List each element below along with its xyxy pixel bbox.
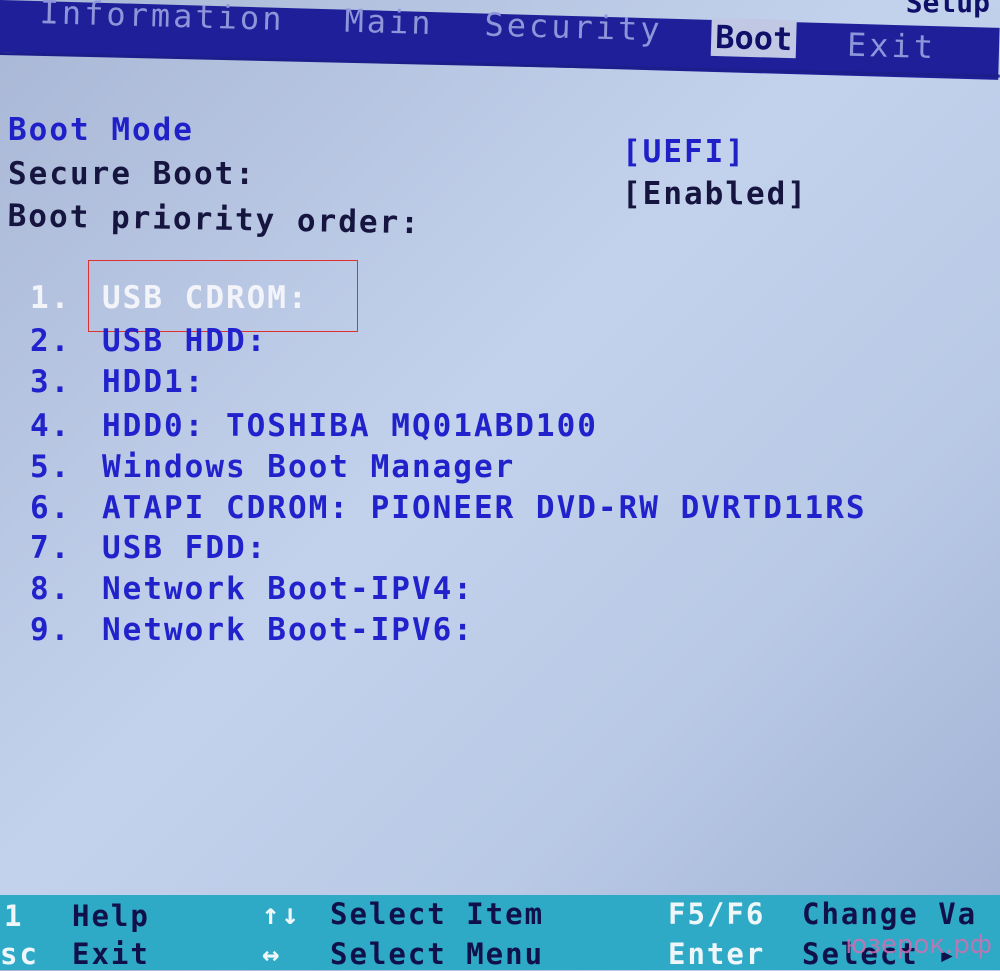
esc-key: sc xyxy=(0,937,39,971)
secure-boot-label: Secure Boot: xyxy=(8,156,256,192)
help-desc: Help xyxy=(72,899,150,933)
item-number: 4. xyxy=(30,408,72,444)
boot-item-hdd1[interactable]: 3. HDD1: xyxy=(30,364,205,400)
item-number: 6. xyxy=(30,490,72,526)
item-number: 7. xyxy=(30,530,72,566)
item-number: 8. xyxy=(30,571,72,607)
item-label: USB FDD: xyxy=(102,530,268,566)
boot-item-network-ipv4[interactable]: 8. Network Boot-IPV4: xyxy=(30,571,474,607)
item-label: HDD0: TOSHIBA MQ01ABD100 xyxy=(102,408,598,444)
item-label: HDD1: xyxy=(102,364,206,400)
item-label: USB HDD: xyxy=(102,323,268,359)
boot-item-windows-boot-manager[interactable]: 5. Windows Boot Manager xyxy=(30,449,515,485)
arrows-updown-icon: ↑↓ xyxy=(262,897,301,931)
select-menu-desc: Select Menu xyxy=(330,937,545,971)
item-label: USB CDROM: xyxy=(102,280,309,316)
item-number: 1. xyxy=(30,280,72,316)
help-key: 1 xyxy=(4,899,24,933)
exit-desc: Exit xyxy=(72,937,150,971)
change-value-desc: Change Va xyxy=(802,897,978,931)
tab-boot[interactable]: Boot xyxy=(710,17,797,59)
boot-item-atapi-cdrom[interactable]: 6. ATAPI CDROM: PIONEER DVD-RW DVRTD11RS xyxy=(30,490,867,526)
item-label: Network Boot-IPV4: xyxy=(102,571,474,607)
select-item-desc: Select Item xyxy=(330,897,545,931)
boot-item-hdd0[interactable]: 4. HDD0: TOSHIBA MQ01ABD100 xyxy=(30,408,598,444)
boot-item-network-ipv6[interactable]: 9. Network Boot-IPV6: xyxy=(30,612,474,648)
enter-key: Enter xyxy=(668,937,766,971)
item-number: 2. xyxy=(30,323,72,359)
boot-mode-value[interactable]: [UEFI] xyxy=(622,134,746,170)
boot-priority-label: Boot priority order: xyxy=(7,198,422,242)
secure-boot-value: [Enabled] xyxy=(622,176,808,212)
item-label: ATAPI CDROM: PIONEER DVD-RW DVRTD11RS xyxy=(102,490,867,526)
setup-title: Setup xyxy=(905,0,990,19)
arrows-leftright-icon: ↔ xyxy=(262,937,282,971)
boot-item-usb-cdrom[interactable]: 1. USB CDROM: xyxy=(30,280,309,316)
tab-main[interactable]: Main xyxy=(344,2,434,42)
tab-exit[interactable]: Exit xyxy=(847,26,937,66)
boot-item-usb-fdd[interactable]: 7. USB FDD: xyxy=(30,530,267,566)
item-label: Network Boot-IPV6: xyxy=(102,612,474,648)
item-label: Windows Boot Manager xyxy=(102,449,516,485)
boot-item-usb-hdd[interactable]: 2. USB HDD: xyxy=(30,323,267,359)
watermark: юзерок.рф xyxy=(845,930,992,960)
tab-security[interactable]: Security xyxy=(484,6,663,49)
item-number: 9. xyxy=(30,612,72,648)
item-number: 5. xyxy=(30,449,72,485)
tab-information[interactable]: Information xyxy=(39,0,285,38)
menu-bar: Information Main Security Boot Exit xyxy=(0,0,1000,80)
boot-mode-label[interactable]: Boot Mode xyxy=(8,112,194,148)
f5-f6-key: F5/F6 xyxy=(668,897,766,931)
item-number: 3. xyxy=(30,364,72,400)
